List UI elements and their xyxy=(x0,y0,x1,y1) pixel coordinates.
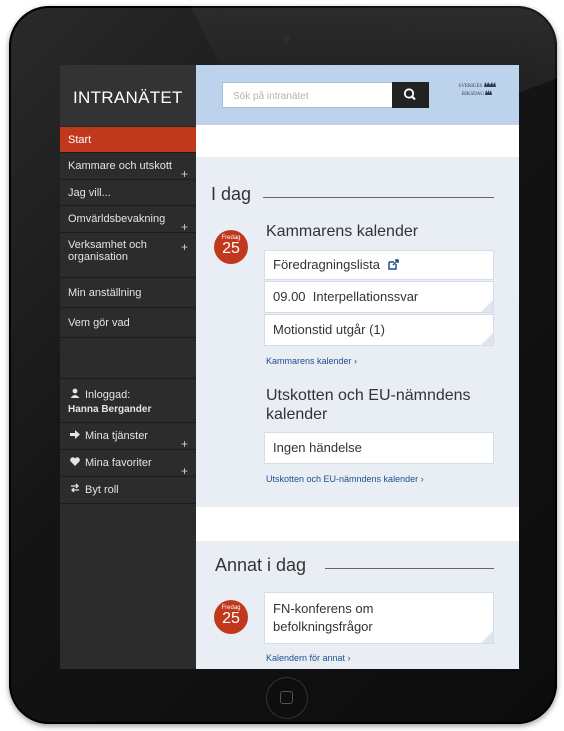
committee-calendar-link[interactable]: Utskotten och EU-nämndens kalender › xyxy=(266,474,424,484)
other-today-section: Annat i dag Fredag 25 FN-konferens om be… xyxy=(196,541,519,669)
sidebar-item-label: Start xyxy=(68,134,92,146)
external-link-icon xyxy=(387,259,399,270)
today-heading: I dag xyxy=(211,184,252,204)
sidebar-item-label: Vem gör vad xyxy=(68,317,130,329)
front-camera xyxy=(284,36,290,42)
sidebar-item-mina-favoriter[interactable]: Mina favoriter + xyxy=(60,450,196,478)
chamber-calendar-link[interactable]: Kammarens kalender › xyxy=(266,356,357,366)
today-section: I dag Fredag 25 Kammarens kalender Föred… xyxy=(196,157,519,507)
card-corner xyxy=(481,333,493,345)
sidebar-item-verksamhet[interactable]: Verksamhet och organisation + xyxy=(60,233,196,278)
sidebar-item-omvarldsbevakning[interactable]: Omvärldsbevakning + xyxy=(60,206,196,234)
sidebar-item-min-anstallning[interactable]: Min anställning xyxy=(60,278,196,308)
heart-icon xyxy=(68,450,82,477)
calendar-item-text: Ingen händelse xyxy=(273,440,362,455)
logo-line-1: SVERIGES xyxy=(458,84,483,89)
user-name[interactable]: Hanna Bergander xyxy=(68,404,196,415)
sidebar-item-label: Mina favoriter xyxy=(85,457,152,469)
sidebar-item-vem-gor-vad[interactable]: Vem gör vad xyxy=(60,308,196,338)
search-input[interactable] xyxy=(231,84,405,108)
sidebar-spacer xyxy=(60,338,196,379)
search-button[interactable] xyxy=(392,82,429,108)
home-button[interactable] xyxy=(266,677,308,719)
calendar-item[interactable]: Föredragningslista xyxy=(264,250,494,280)
logo-line-2: RIKSDAG xyxy=(461,92,484,97)
calendar-item[interactable]: Motionstid utgår (1) xyxy=(264,314,494,346)
arrow-right-icon xyxy=(68,423,82,450)
chamber-calendar-title: Kammarens kalender xyxy=(266,223,419,240)
swap-icon xyxy=(68,477,82,504)
search-icon xyxy=(403,88,416,101)
top-bar: SVERIGES RIKSDAG xyxy=(196,65,519,125)
card-corner xyxy=(481,631,493,643)
logged-in-user: Inloggad: Hanna Bergander xyxy=(60,379,196,423)
sidebar: INTRANÄTET Start Kammare och utskott + J… xyxy=(60,65,196,669)
date-badge: Fredag 25 xyxy=(214,600,248,634)
expand-plus-icon[interactable]: + xyxy=(181,241,188,253)
riksdag-logo[interactable]: SVERIGES RIKSDAG xyxy=(452,82,502,98)
sidebar-item-label: Omvärldsbevakning xyxy=(68,213,166,225)
sidebar-item-label: Mina tjänster xyxy=(85,430,148,442)
user-icon xyxy=(68,388,82,401)
brand-title[interactable]: INTRANÄTET xyxy=(60,65,196,127)
committee-calendar-title: Utskotten och EU-nämndens kalender xyxy=(266,387,471,423)
calendar-item-text: FN-konferens om befolkningsfrågor xyxy=(273,601,374,634)
calendar-item[interactable]: Ingen händelse xyxy=(264,432,494,464)
heading-rule xyxy=(263,197,494,198)
sidebar-item-mina-tjanster[interactable]: Mina tjänster + xyxy=(60,423,196,451)
home-button-icon xyxy=(280,691,293,704)
card-corner xyxy=(481,300,493,312)
date-badge: Fredag 25 xyxy=(214,230,248,264)
calendar-item-text: 09.00 Interpellationssvar xyxy=(273,289,419,304)
other-heading: Annat i dag xyxy=(215,555,307,575)
date-number: 25 xyxy=(222,240,240,257)
other-calendar-link[interactable]: Kalendern för annat › xyxy=(266,653,351,663)
search-box xyxy=(222,82,429,108)
tablet-screen: INTRANÄTET Start Kammare och utskott + J… xyxy=(60,65,519,669)
sidebar-item-label: Min anställning xyxy=(68,287,142,299)
sidebar-item-start[interactable]: Start xyxy=(60,127,196,153)
calendar-item[interactable]: FN-konferens om befolkningsfrågor xyxy=(264,592,494,644)
sidebar-item-byt-roll[interactable]: Byt roll xyxy=(60,477,196,504)
calendar-item-text: Motionstid utgår (1) xyxy=(273,322,385,337)
sidebar-item-label: Kammare och utskott xyxy=(68,160,172,172)
logged-in-label: Inloggad: xyxy=(85,389,131,401)
sidebar-item-jag-vill[interactable]: Jag vill... xyxy=(60,180,196,206)
heading-rule xyxy=(325,568,494,569)
calendar-item-text: Föredragningslista xyxy=(273,257,380,272)
sidebar-item-label: Byt roll xyxy=(85,484,119,496)
sidebar-item-label: Jag vill... xyxy=(68,187,111,199)
sidebar-item-label: Verksamhet och organisation xyxy=(68,239,147,263)
date-number: 25 xyxy=(222,610,240,627)
calendar-item[interactable]: 09.00 Interpellationssvar xyxy=(264,281,494,313)
sidebar-item-kammare[interactable]: Kammare och utskott + xyxy=(60,153,196,181)
section-spacer xyxy=(196,507,519,541)
content-spacer xyxy=(196,125,519,157)
